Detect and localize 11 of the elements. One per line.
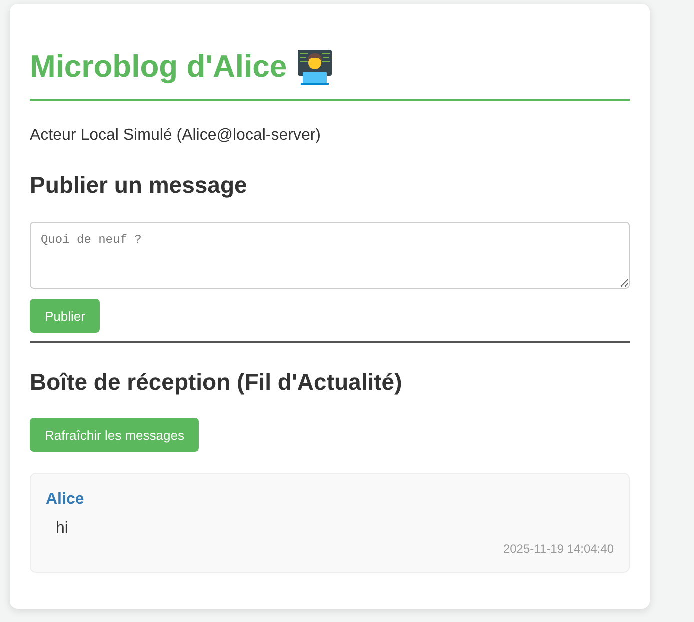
message-timestamp: 2025-11-19 14:04:40 xyxy=(503,541,614,557)
message-text: hi xyxy=(56,519,68,539)
person-laptop-icon xyxy=(297,48,334,84)
section-heading: Publier un message xyxy=(30,171,248,200)
refresh-button[interactable]: Rafraîchir les messages xyxy=(30,418,200,452)
message-input-field[interactable]: Quoi de neuf ? xyxy=(30,222,630,289)
actor-label: Acteur Local Simulé (Alice@local-server) xyxy=(30,126,321,146)
section-heading: Boîte de réception (Fil d'Actualité) xyxy=(30,368,402,397)
page-title: Microblog d'Alice xyxy=(30,48,288,86)
message-author: Alice xyxy=(46,490,84,510)
publish-button[interactable]: Publier xyxy=(30,299,100,333)
